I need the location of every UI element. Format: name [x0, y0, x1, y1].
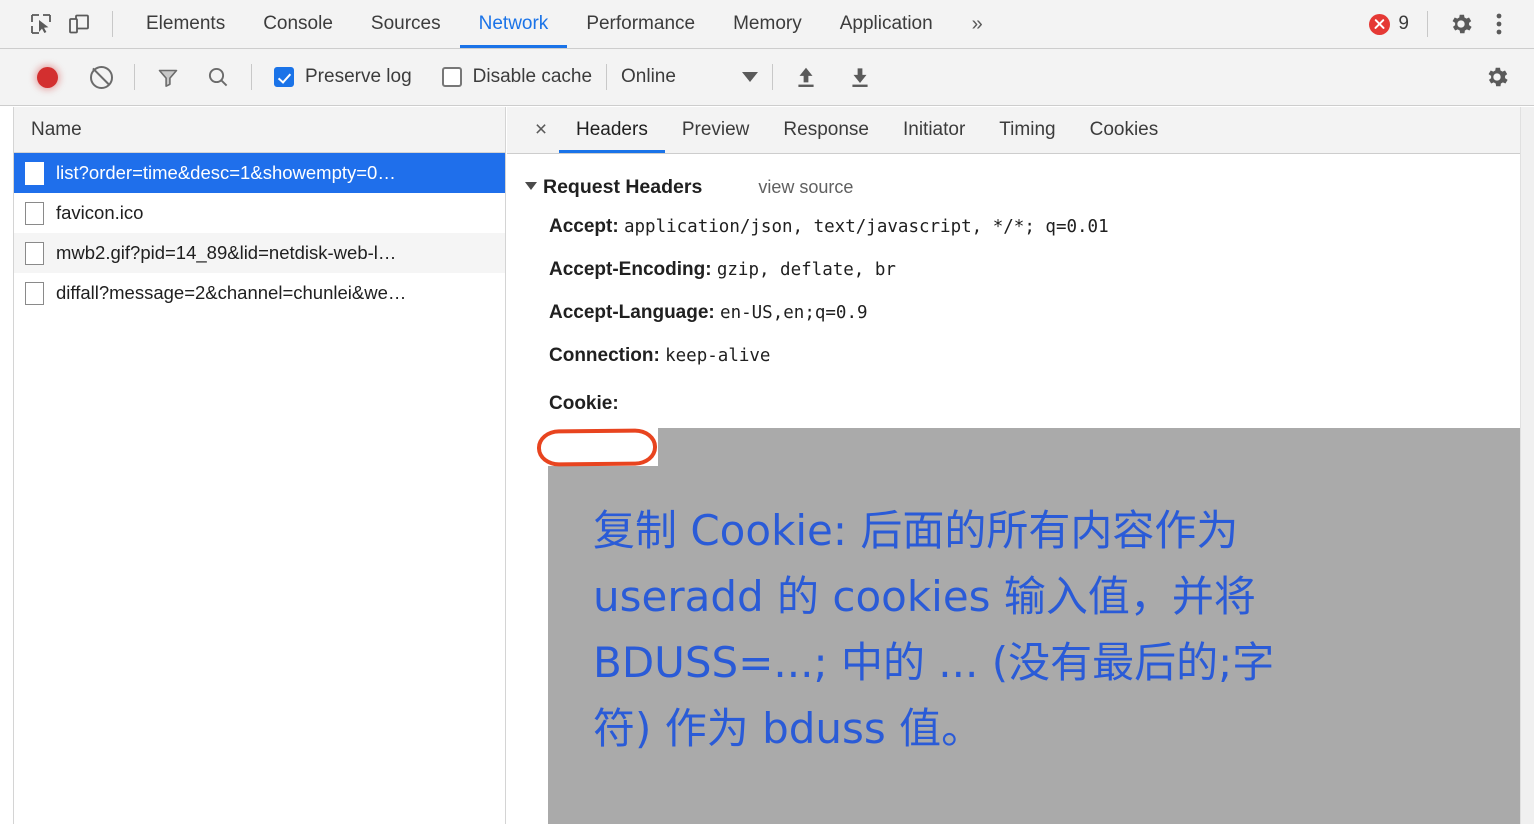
header-row-accept-encoding: Accept-Encoding: gzip, deflate, br — [525, 253, 1534, 287]
device-toolbar-icon[interactable] — [60, 7, 98, 41]
section-title: Request Headers — [543, 176, 703, 198]
row-checkbox[interactable] — [25, 241, 44, 265]
preserve-log-label: Preserve log — [305, 66, 412, 87]
row-checkbox[interactable] — [25, 161, 44, 185]
throttling-dropdown[interactable]: Online — [621, 66, 758, 88]
net-divider-4 — [771, 64, 773, 90]
kebab-menu-icon[interactable] — [1480, 7, 1518, 41]
error-count-label: 9 — [1398, 13, 1409, 34]
import-har-icon[interactable] — [787, 60, 825, 94]
header-key: Accept-Language: — [549, 302, 715, 323]
annotation-line-4: 符) 作为 bduss 值。 — [593, 704, 984, 753]
tab-initiator[interactable]: Initiator — [886, 107, 982, 153]
header-row-accept-language: Accept-Language: en-US,en;q=0.9 — [525, 296, 1534, 330]
header-row-cookie: Cookie: — [525, 387, 1534, 420]
cookie-highlight-ellipse — [536, 428, 658, 467]
more-tabs-chevron-icon[interactable]: » — [952, 13, 1001, 36]
header-row-connection: Connection: keep-alive — [525, 339, 1534, 373]
throttling-value: Online — [621, 66, 676, 87]
table-row[interactable]: diffall?message=2&channel=chunlei&we… — [14, 273, 505, 313]
filter-funnel-icon[interactable] — [149, 60, 187, 94]
tab-cookies[interactable]: Cookies — [1073, 107, 1176, 153]
tab-sources[interactable]: Sources — [352, 0, 460, 48]
error-count-badge[interactable]: 9 — [1369, 13, 1409, 35]
request-name: diffall?message=2&channel=chunlei&we… — [56, 282, 407, 303]
tab-headers[interactable]: Headers — [559, 107, 665, 153]
cookie-header-key: Cookie: — [549, 393, 619, 414]
network-settings-gear-icon[interactable] — [1478, 60, 1516, 94]
network-toolbar: Preserve log Disable cache Online — [0, 49, 1534, 106]
toolbar-divider — [112, 11, 113, 37]
error-circle-icon — [1369, 13, 1391, 35]
close-icon[interactable]: × — [523, 107, 559, 153]
tab-preview[interactable]: Preview — [665, 107, 767, 153]
disable-cache-checkbox[interactable]: Disable cache — [441, 66, 593, 88]
header-row-accept: Accept: application/json, text/javascrip… — [525, 210, 1534, 244]
devtools-tabbar: Elements Console Sources Network Perform… — [0, 0, 1534, 49]
preserve-log-checkbox[interactable]: Preserve log — [274, 66, 412, 88]
request-name: mwb2.gif?pid=14_89&lid=netdisk-web-l… — [56, 242, 397, 263]
gear-icon[interactable] — [1442, 7, 1480, 41]
inspect-cursor-icon[interactable] — [22, 7, 60, 41]
table-row[interactable]: mwb2.gif?pid=14_89&lid=netdisk-web-l… — [14, 233, 505, 273]
clear-glyph — [89, 65, 113, 89]
annotation-line-2: useradd 的 cookies 输入值，并将 — [593, 572, 1256, 621]
net-divider-2 — [251, 64, 252, 90]
preserve-log-box — [274, 67, 294, 87]
disable-cache-box — [441, 67, 462, 87]
tab-performance[interactable]: Performance — [567, 0, 714, 48]
request-name: list?order=time&desc=1&showempty=0… — [56, 162, 396, 183]
record-dot — [36, 66, 58, 88]
tab-timing[interactable]: Timing — [982, 107, 1072, 153]
detail-tabbar: × Headers Preview Response Initiator Tim… — [507, 107, 1534, 154]
chevron-down-icon — [741, 72, 758, 82]
table-row[interactable]: favicon.ico — [14, 193, 505, 233]
requests-panel: Name list?order=time&desc=1&showempty=0…… — [13, 107, 506, 824]
annotation-line-3: BDUSS=...; 中的 ... (没有最后的;字 — [593, 638, 1275, 687]
request-headers-section-header[interactable]: Request Headers view source — [525, 176, 1534, 199]
devtools-window: Elements Console Sources Network Perform… — [0, 0, 1534, 824]
table-row[interactable]: list?order=time&desc=1&showempty=0… — [14, 153, 505, 193]
view-source-link[interactable]: view source — [758, 177, 853, 198]
clear-icon[interactable] — [82, 60, 120, 94]
annotation-text: 复制 Cookie: 后面的所有内容作为 useradd 的 cookies 输… — [593, 498, 1473, 762]
request-name: favicon.ico — [56, 202, 144, 223]
header-value: application/json, text/javascript, */*; … — [623, 217, 1109, 237]
requests-column-header[interactable]: Name — [14, 107, 505, 153]
annotation-line-1: 复制 Cookie: 后面的所有内容作为 — [593, 506, 1239, 555]
tabbar-divider-2 — [1427, 11, 1428, 37]
header-key: Accept-Encoding: — [549, 259, 712, 280]
header-value: en-US,en;q=0.9 — [720, 303, 868, 323]
header-value: keep-alive — [665, 346, 771, 366]
column-header-name: Name — [31, 118, 82, 140]
tab-elements[interactable]: Elements — [127, 0, 244, 48]
header-key: Accept: — [549, 216, 619, 237]
record-button-icon[interactable] — [28, 60, 66, 94]
tab-response[interactable]: Response — [766, 107, 886, 153]
headers-body: Request Headers view source Accept: appl… — [507, 154, 1534, 824]
search-icon[interactable] — [199, 60, 237, 94]
tab-application[interactable]: Application — [821, 0, 952, 48]
triangle-down-icon — [525, 182, 537, 190]
tab-network[interactable]: Network — [459, 0, 568, 48]
net-divider-1 — [134, 64, 135, 90]
header-key: Connection: — [549, 345, 660, 366]
disable-cache-label: Disable cache — [472, 66, 593, 87]
export-har-icon[interactable] — [841, 60, 879, 94]
tab-memory[interactable]: Memory — [714, 0, 821, 48]
header-value: gzip, deflate, br — [716, 260, 896, 280]
request-detail-panel: × Headers Preview Response Initiator Tim… — [507, 107, 1534, 824]
net-divider-3 — [606, 64, 608, 90]
row-checkbox[interactable] — [25, 281, 44, 305]
panel-scrollbar[interactable] — [1520, 107, 1534, 824]
row-checkbox[interactable] — [25, 201, 44, 225]
tab-console[interactable]: Console — [244, 0, 352, 48]
